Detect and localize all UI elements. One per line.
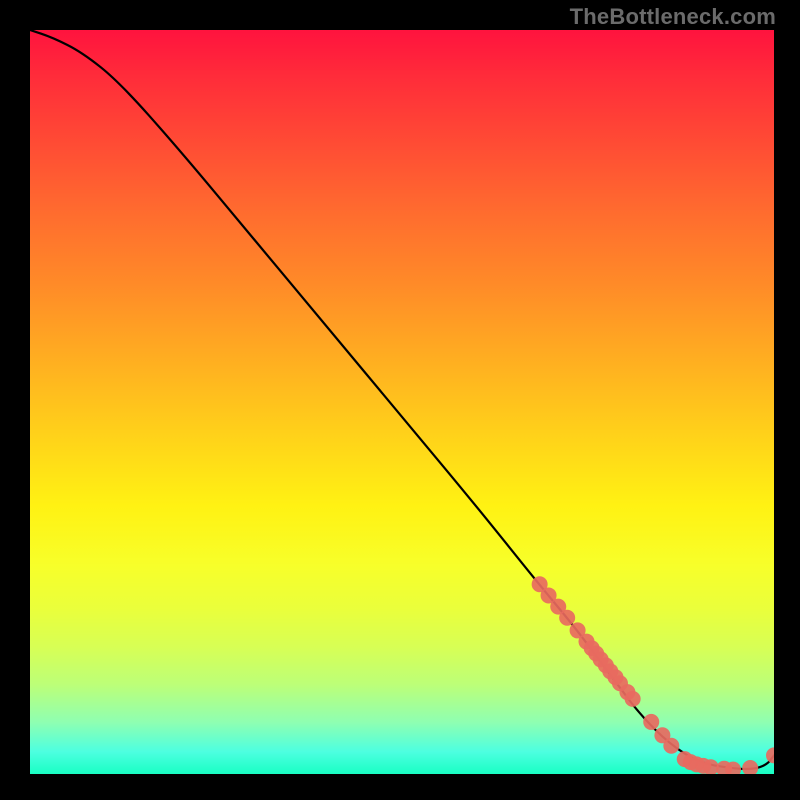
chart-overlay bbox=[30, 30, 774, 774]
highlight-point bbox=[619, 684, 635, 700]
highlight-point bbox=[593, 651, 609, 667]
highlight-point bbox=[683, 754, 699, 770]
highlight-point bbox=[689, 756, 705, 772]
highlight-point bbox=[584, 640, 600, 656]
highlight-point bbox=[570, 622, 586, 638]
highlight-point bbox=[695, 758, 711, 774]
highlight-point bbox=[766, 747, 774, 763]
highlight-point bbox=[588, 645, 604, 661]
highlight-point bbox=[608, 669, 624, 685]
highlight-point bbox=[725, 762, 741, 774]
highlight-point bbox=[663, 738, 679, 754]
highlight-point bbox=[532, 576, 548, 592]
highlight-point bbox=[559, 610, 575, 626]
highlight-point bbox=[625, 691, 641, 707]
curve-line bbox=[30, 30, 774, 769]
highlight-point bbox=[677, 751, 693, 767]
highlight-point bbox=[541, 587, 557, 603]
highlight-point bbox=[550, 599, 566, 615]
highlight-points-group bbox=[532, 576, 774, 774]
highlight-point bbox=[654, 727, 670, 743]
highlight-point bbox=[716, 761, 732, 774]
watermark-label: TheBottleneck.com bbox=[570, 4, 776, 30]
plot-area bbox=[30, 30, 774, 774]
highlight-point bbox=[579, 634, 595, 650]
highlight-point bbox=[598, 657, 614, 673]
chart-stage: TheBottleneck.com bbox=[0, 0, 800, 800]
highlight-point bbox=[612, 675, 628, 691]
highlight-point bbox=[602, 663, 618, 679]
highlight-point bbox=[643, 714, 659, 730]
highlight-point bbox=[703, 759, 719, 774]
highlight-point bbox=[742, 760, 758, 774]
